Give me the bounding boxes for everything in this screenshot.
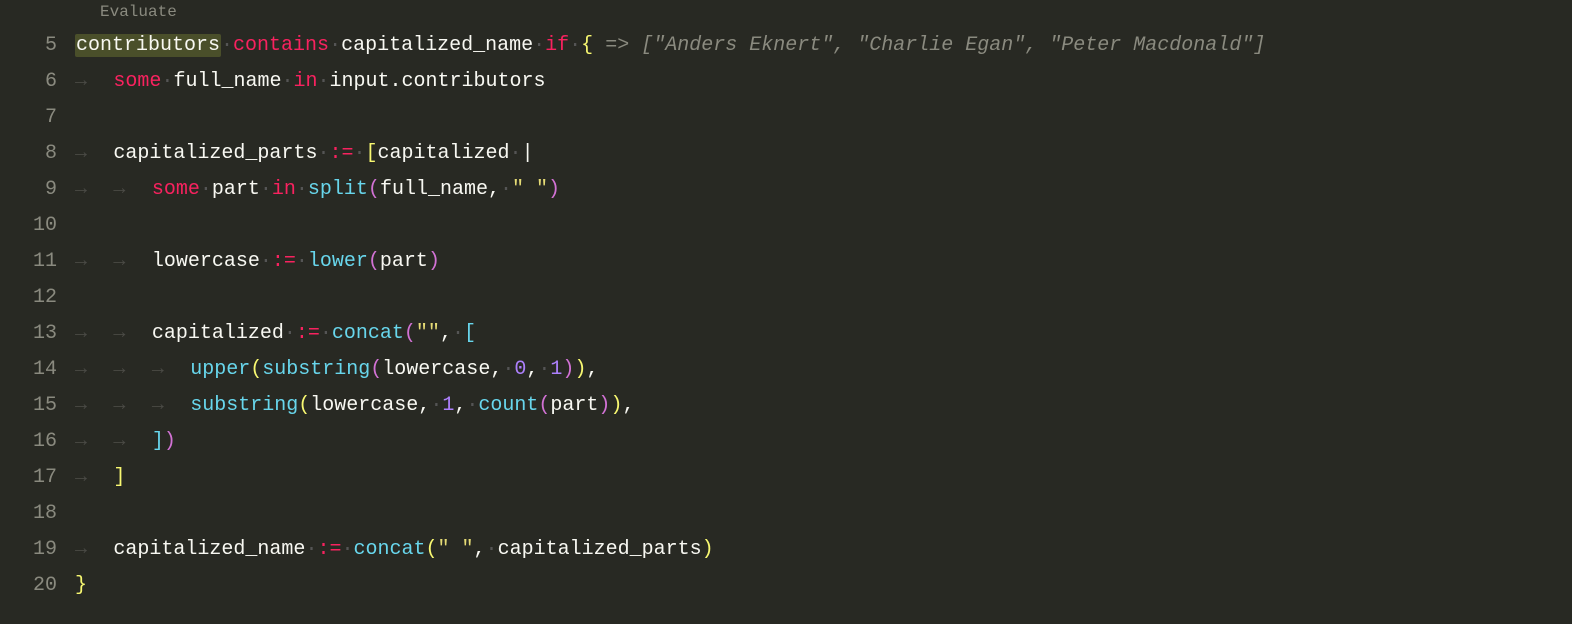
number-literal: 1 xyxy=(442,394,454,417)
code-line[interactable]: some·full_name·in·input.contributors xyxy=(75,64,1572,100)
function-lower: lower xyxy=(308,250,368,273)
identifier: capitalized_parts xyxy=(498,538,702,561)
keyword-if: if xyxy=(545,34,569,57)
line-number: 14 xyxy=(0,352,57,388)
function-count: count xyxy=(478,394,538,417)
code-editor: 5 6 7 8 9 10 11 12 13 14 15 16 17 18 19 … xyxy=(0,0,1572,624)
identifier: input.contributors xyxy=(330,70,546,93)
operator-assign: := xyxy=(272,250,296,273)
identifier: lowercase xyxy=(310,394,418,417)
keyword-in: in xyxy=(272,178,296,201)
inline-arrow-icon: => xyxy=(605,34,629,57)
identifier: capitalized xyxy=(378,142,510,165)
line-number: 11 xyxy=(0,244,57,280)
code-line[interactable]: contributors·contains·capitalized_name·i… xyxy=(75,28,1572,64)
line-number: 15 xyxy=(0,388,57,424)
string-literal: " " xyxy=(512,178,548,201)
codelens-evaluate[interactable]: Evaluate xyxy=(100,2,177,22)
code-line[interactable] xyxy=(75,208,1572,244)
operator-assign: := xyxy=(329,142,353,165)
string-literal: " " xyxy=(438,538,474,561)
inline-evaluation-hint: ["Anders Eknert", "Charlie Egan", "Peter… xyxy=(641,34,1265,57)
identifier: full_name xyxy=(380,178,488,201)
code-line[interactable]: ] xyxy=(75,460,1572,496)
line-number: 8 xyxy=(0,136,57,172)
code-line[interactable]: substring(lowercase,·1,·count(part)), xyxy=(75,388,1572,424)
identifier: capitalized_parts xyxy=(113,142,317,165)
code-line[interactable]: upper(substring(lowercase,·0,·1)), xyxy=(75,352,1572,388)
line-number: 9 xyxy=(0,172,57,208)
line-number: 20 xyxy=(0,568,57,604)
code-line[interactable]: ]) xyxy=(75,424,1572,460)
identifier: contributors xyxy=(76,34,220,57)
identifier: lowercase xyxy=(382,358,490,381)
operator-assign: := xyxy=(296,322,320,345)
function-substring: substring xyxy=(262,358,370,381)
line-number: 7 xyxy=(0,100,57,136)
line-number-gutter: 5 6 7 8 9 10 11 12 13 14 15 16 17 18 19 … xyxy=(0,0,75,624)
number-literal: 1 xyxy=(550,358,562,381)
identifier: part xyxy=(550,394,598,417)
code-line[interactable] xyxy=(75,100,1572,136)
line-number: 16 xyxy=(0,424,57,460)
identifier: lowercase xyxy=(152,250,260,273)
line-number: 18 xyxy=(0,496,57,532)
identifier: part xyxy=(212,178,260,201)
identifier: capitalized_name xyxy=(341,34,533,57)
function-concat: concat xyxy=(332,322,404,345)
operator-assign: := xyxy=(317,538,341,561)
function-concat: concat xyxy=(353,538,425,561)
keyword-in: in xyxy=(293,70,317,93)
code-line[interactable] xyxy=(75,280,1572,316)
code-line[interactable]: some·part·in·split(full_name,·" ") xyxy=(75,172,1572,208)
function-split: split xyxy=(308,178,368,201)
line-number: 13 xyxy=(0,316,57,352)
code-area[interactable]: Evaluate contributors·contains·capitaliz… xyxy=(75,0,1572,624)
code-line[interactable]: } xyxy=(75,568,1572,604)
identifier: capitalized_name xyxy=(113,538,305,561)
line-number: 5 xyxy=(0,28,57,64)
function-substring: substring xyxy=(190,394,298,417)
keyword-contains: contains xyxy=(233,34,329,57)
string-literal: "" xyxy=(416,322,440,345)
code-line[interactable]: capitalized_name·:=·concat(" ",·capitali… xyxy=(75,532,1572,568)
line-number: 6 xyxy=(0,64,57,100)
line-number: 10 xyxy=(0,208,57,244)
number-literal: 0 xyxy=(514,358,526,381)
line-number: 19 xyxy=(0,532,57,568)
identifier: capitalized xyxy=(152,322,284,345)
identifier: full_name xyxy=(173,70,281,93)
code-line[interactable]: capitalized·:=·concat("",·[ xyxy=(75,316,1572,352)
identifier: part xyxy=(380,250,428,273)
code-line[interactable] xyxy=(75,496,1572,532)
line-number: 12 xyxy=(0,280,57,316)
code-line[interactable]: lowercase·:=·lower(part) xyxy=(75,244,1572,280)
line-number: 17 xyxy=(0,460,57,496)
code-line[interactable]: capitalized_parts·:=·[capitalized·| xyxy=(75,136,1572,172)
